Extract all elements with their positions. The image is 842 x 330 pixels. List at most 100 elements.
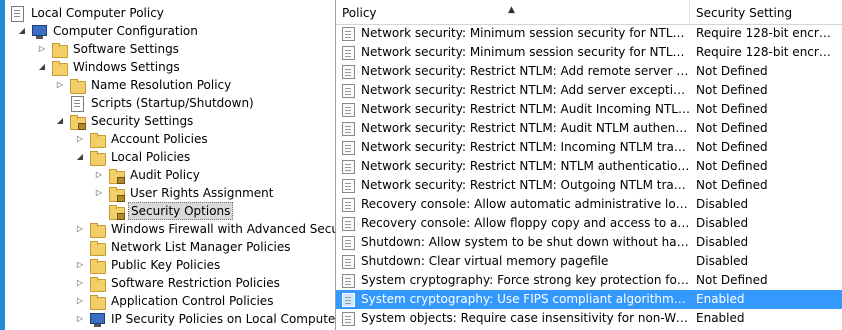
security-folder-icon [108, 203, 125, 220]
expand-arrow-icon[interactable]: ▷ [94, 184, 104, 202]
security-setting-value: Require 128-bit encrypti... [696, 26, 836, 40]
policy-cell: System cryptography: Use FIPS compliant … [342, 290, 690, 309]
no-expander [94, 202, 104, 220]
collapse-arrow-icon[interactable]: ◢ [75, 148, 85, 166]
column-header-setting-label: Security Setting [696, 6, 793, 20]
tree-item-local-policies[interactable]: ◢ Local Policies [75, 148, 192, 166]
policy-row[interactable]: System cryptography: Use FIPS compliant … [336, 290, 842, 309]
tree-item-security-options[interactable]: Security Options [94, 202, 234, 220]
policy-cell: Network security: Restrict NTLM: Incomin… [342, 138, 690, 157]
tree-item-label: IP Security Policies on Local Computer [111, 312, 336, 326]
column-header-policy-label: Policy [342, 6, 377, 20]
policy-row[interactable]: Network security: Restrict NTLM: Audit N… [336, 119, 842, 138]
policy-row[interactable]: Network security: Restrict NTLM: NTLM au… [336, 157, 842, 176]
policy-name: Recovery console: Allow automatic admini… [361, 197, 690, 211]
expand-arrow-icon[interactable]: ▷ [75, 292, 85, 310]
tree-item-application-control-policies[interactable]: ▷ Application Control Policies [75, 292, 275, 310]
policy-setting-icon [342, 273, 355, 288]
policy-cell: Network security: Restrict NTLM: Outgoin… [342, 176, 690, 195]
tree-item-label: Scripts (Startup/Shutdown) [91, 96, 254, 110]
policy-name: Network security: Restrict NTLM: Outgoin… [361, 178, 690, 192]
policy-row[interactable]: Network security: Minimum session securi… [336, 43, 842, 62]
policy-row[interactable]: Shutdown: Allow system to be shut down w… [336, 233, 842, 252]
collapse-arrow-icon[interactable]: ◢ [55, 112, 65, 130]
policy-row[interactable]: Network security: Restrict NTLM: Incomin… [336, 138, 842, 157]
tree-item-label: Security Options [128, 202, 234, 220]
policy-row[interactable]: Shutdown: Clear virtual memory pagefile D… [336, 252, 842, 271]
tree-item-user-rights-assignment[interactable]: ▷ User Rights Assignment [94, 184, 275, 202]
folder-icon [51, 59, 68, 76]
tree-item-scripts[interactable]: Scripts (Startup/Shutdown) [55, 94, 256, 112]
policy-name: Network security: Minimum session securi… [361, 26, 690, 40]
policy-cell: Network security: Restrict NTLM: Audit I… [342, 100, 690, 119]
policy-cell: Network security: Minimum session securi… [342, 24, 690, 43]
policy-row[interactable]: System cryptography: Force strong key pr… [336, 271, 842, 290]
security-setting-value: Not Defined [696, 64, 768, 78]
expand-arrow-icon[interactable]: ▷ [75, 220, 85, 238]
tree-item-ip-security-policies[interactable]: ▷ IP Security Policies on Local Computer [75, 310, 336, 328]
policy-name: Recovery console: Allow floppy copy and … [361, 216, 690, 230]
tree-item-label: Public Key Policies [111, 258, 221, 272]
expand-arrow-icon[interactable]: ▷ [75, 130, 85, 148]
policy-name: Network security: Restrict NTLM: Audit N… [361, 121, 690, 135]
tree-item-name-resolution-policy[interactable]: ▷ Name Resolution Policy [55, 76, 233, 94]
tree-item-software-settings[interactable]: ▷ Software Settings [37, 40, 181, 58]
policy-row[interactable]: Recovery console: Allow automatic admini… [336, 195, 842, 214]
policy-name: System objects: Require case insensitivi… [361, 311, 690, 325]
expand-arrow-icon[interactable]: ▷ [55, 76, 65, 94]
security-setting-value: Not Defined [696, 140, 768, 154]
expand-arrow-icon[interactable]: ▷ [75, 274, 85, 292]
expand-arrow-icon[interactable]: ▷ [37, 40, 47, 58]
tree-item-windows-firewall[interactable]: ▷ Windows Firewall with Advanced Security [75, 220, 335, 238]
policy-row[interactable]: Network security: Restrict NTLM: Add rem… [336, 62, 842, 81]
expand-arrow-icon[interactable]: ▷ [75, 310, 85, 328]
policy-cell: Shutdown: Allow system to be shut down w… [342, 233, 690, 252]
tree-item-public-key-policies[interactable]: ▷ Public Key Policies [75, 256, 222, 274]
policy-cell: System objects: Require case insensitivi… [342, 309, 690, 328]
policy-row[interactable]: System objects: Require case insensitivi… [336, 309, 842, 328]
tree-item-security-settings[interactable]: ◢ Security Settings [55, 112, 195, 130]
tree-item-network-list-manager[interactable]: Network List Manager Policies [75, 238, 293, 256]
policy-setting-icon [342, 216, 355, 231]
collapse-arrow-icon[interactable]: ◢ [37, 58, 47, 76]
security-setting-value: Enabled [696, 311, 745, 325]
policy-setting-icon [342, 254, 355, 269]
tree-item-software-restriction-policies[interactable]: ▷ Software Restriction Policies [75, 274, 282, 292]
folder-icon [89, 221, 106, 238]
folder-icon [89, 239, 106, 256]
computer-icon [89, 311, 105, 327]
policy-list[interactable]: Policy ▲ Security Setting Network securi… [336, 0, 842, 330]
tree-item-label: Local Computer Policy [31, 6, 164, 20]
expand-arrow-icon[interactable]: ▷ [75, 256, 85, 274]
column-header-policy[interactable]: Policy ▲ [336, 0, 690, 24]
folder-icon [89, 149, 106, 166]
security-setting-value: Not Defined [696, 159, 768, 173]
security-setting-value: Not Defined [696, 83, 768, 97]
security-setting-value: Disabled [696, 197, 749, 211]
policy-row[interactable]: Network security: Restrict NTLM: Outgoin… [336, 176, 842, 195]
policy-setting-icon [342, 45, 355, 60]
tree-item-account-policies[interactable]: ▷ Account Policies [75, 130, 210, 148]
tree-item-audit-policy[interactable]: ▷ Audit Policy [94, 166, 202, 184]
security-setting-value: Disabled [696, 254, 749, 268]
policy-row[interactable]: Network security: Minimum session securi… [336, 24, 842, 43]
expand-arrow-icon[interactable]: ▷ [94, 166, 104, 184]
policy-row[interactable]: Network security: Restrict NTLM: Add ser… [336, 81, 842, 100]
tree-item-computer-configuration[interactable]: ◢ Computer Configuration [17, 22, 200, 40]
tree-item-label: Network List Manager Policies [111, 240, 291, 254]
policy-name: System cryptography: Force strong key pr… [361, 273, 690, 287]
tree-item-windows-settings[interactable]: ◢ Windows Settings [37, 58, 182, 76]
collapse-arrow-icon[interactable]: ◢ [17, 22, 27, 40]
column-header-security-setting[interactable]: Security Setting [690, 0, 842, 24]
security-setting-value: Not Defined [696, 102, 768, 116]
policy-row[interactable]: Network security: Restrict NTLM: Audit I… [336, 100, 842, 119]
security-setting-value: Enabled [696, 292, 745, 306]
tree-item-label: Audit Policy [130, 168, 200, 182]
tree-item-local-computer-policy[interactable]: Local Computer Policy [9, 4, 166, 22]
policy-cell: Recovery console: Allow automatic admini… [342, 195, 690, 214]
policy-cell: Shutdown: Clear virtual memory pagefile [342, 252, 690, 271]
policy-setting-icon [342, 83, 355, 98]
console-tree[interactable]: Local Computer Policy ◢ Computer Configura… [5, 0, 336, 330]
tree-item-label: Software Settings [73, 42, 179, 56]
policy-row[interactable]: Recovery console: Allow floppy copy and … [336, 214, 842, 233]
